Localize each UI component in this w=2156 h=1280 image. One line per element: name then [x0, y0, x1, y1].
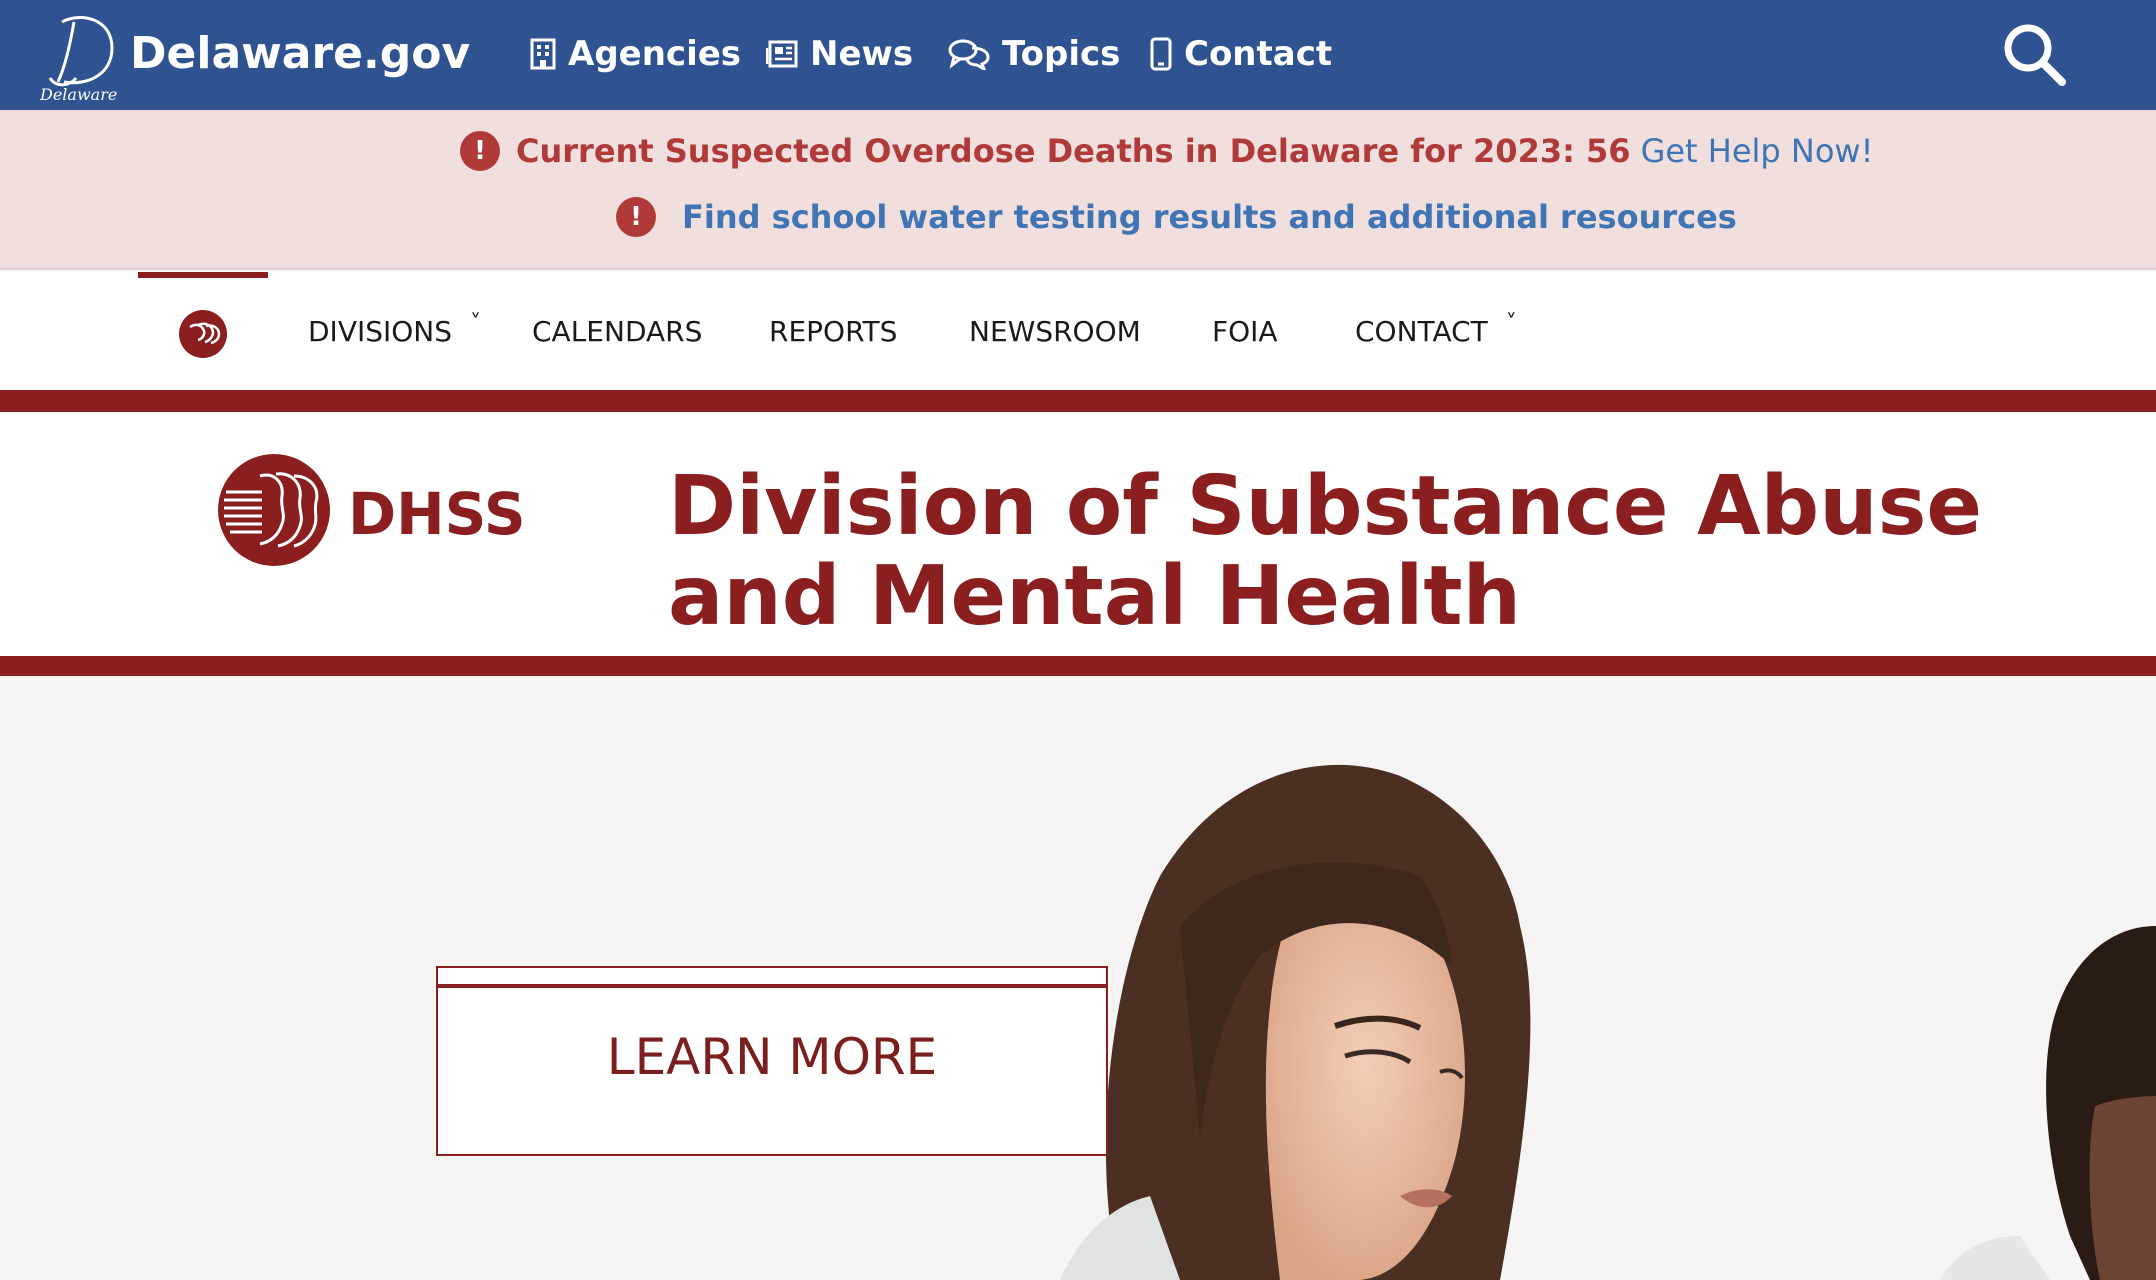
chevron-down-icon: ˅ [470, 310, 482, 336]
alert-overdose: ! Current Suspected Overdose Deaths in D… [460, 127, 1873, 175]
learn-more-label: LEARN MORE [606, 1028, 938, 1086]
learn-more-button[interactable]: LEARN MORE [436, 966, 1108, 1156]
chat-bubbles-icon [948, 39, 990, 70]
dhss-home-icon [179, 310, 227, 358]
subnav-contact-label: CONTACT [1355, 314, 1488, 348]
nav-contact[interactable]: Contact [1150, 26, 1332, 82]
alert-banner: ! Current Suspected Overdose Deaths in D… [0, 110, 2156, 270]
agency-header: DHSS Division of Substance Abuse and Men… [0, 412, 2156, 656]
subnav-foia-label: FOIA [1212, 314, 1278, 348]
get-help-link[interactable]: Get Help Now! [1641, 132, 1874, 170]
subnav-calendars-label: CALENDARS [532, 314, 703, 348]
maroon-divider-bottom [0, 656, 2156, 676]
subnav-newsroom-label: NEWSROOM [969, 314, 1141, 348]
svg-text:DHSS: DHSS [348, 480, 526, 548]
site-name: Delaware.gov [130, 28, 471, 79]
alert-exclamation-icon: ! [616, 197, 656, 237]
cta-top-rule [438, 984, 1106, 988]
search-icon [2004, 24, 2066, 86]
svg-text:Delaware: Delaware [40, 85, 117, 104]
division-nav: DIVISIONS ˅ CALENDARS REPORTS NEWSROOM F… [0, 272, 2156, 390]
nav-topics[interactable]: Topics [948, 26, 1120, 82]
alert-water-testing: ! Find school water testing results and … [616, 193, 1737, 241]
subnav-foia[interactable]: FOIA [1212, 306, 1278, 356]
building-icon [530, 38, 556, 70]
division-home-tab[interactable] [138, 272, 268, 390]
delaware-brand-link[interactable]: Delaware Delaware.gov [40, 8, 470, 104]
subnav-divisions[interactable]: DIVISIONS ˅ [308, 306, 481, 356]
newspaper-icon [766, 40, 798, 68]
alert-exclamation-icon: ! [460, 131, 500, 171]
subnav-calendars[interactable]: CALENDARS [532, 306, 702, 356]
subnav-reports-label: REPORTS [769, 314, 898, 348]
dhss-logo-icon: DHSS [218, 454, 526, 566]
mobile-phone-icon [1150, 37, 1172, 71]
nav-agencies[interactable]: Agencies [530, 26, 741, 82]
subnav-reports[interactable]: REPORTS [769, 306, 897, 356]
nav-news[interactable]: News [766, 26, 913, 82]
water-testing-link[interactable]: Find school water testing results and ad… [682, 198, 1737, 236]
nav-contact-label: Contact [1184, 34, 1333, 74]
alert-overdose-text: Current Suspected Overdose Deaths in Del… [516, 132, 1631, 170]
dhss-logo-link[interactable]: DHSS [216, 452, 576, 582]
nav-news-label: News [810, 34, 914, 74]
nav-agencies-label: Agencies [568, 34, 742, 74]
state-header: Delaware Delaware.gov Agencies News Topi… [0, 0, 2156, 110]
subnav-contact[interactable]: CONTACT ˅ [1355, 306, 1517, 356]
chevron-down-icon: ˅ [1505, 310, 1517, 336]
maroon-divider-top [0, 390, 2156, 412]
hero-banner: LEARN MORE [0, 676, 2156, 1280]
subnav-divisions-label: DIVISIONS [308, 314, 453, 348]
subnav-newsroom[interactable]: NEWSROOM [969, 306, 1141, 356]
delaware-d-logo-icon: Delaware [40, 16, 117, 104]
search-button[interactable] [2000, 20, 2070, 90]
page-title: Division of Substance Abuse and Mental H… [668, 459, 1983, 644]
nav-topics-label: Topics [1002, 34, 1121, 74]
